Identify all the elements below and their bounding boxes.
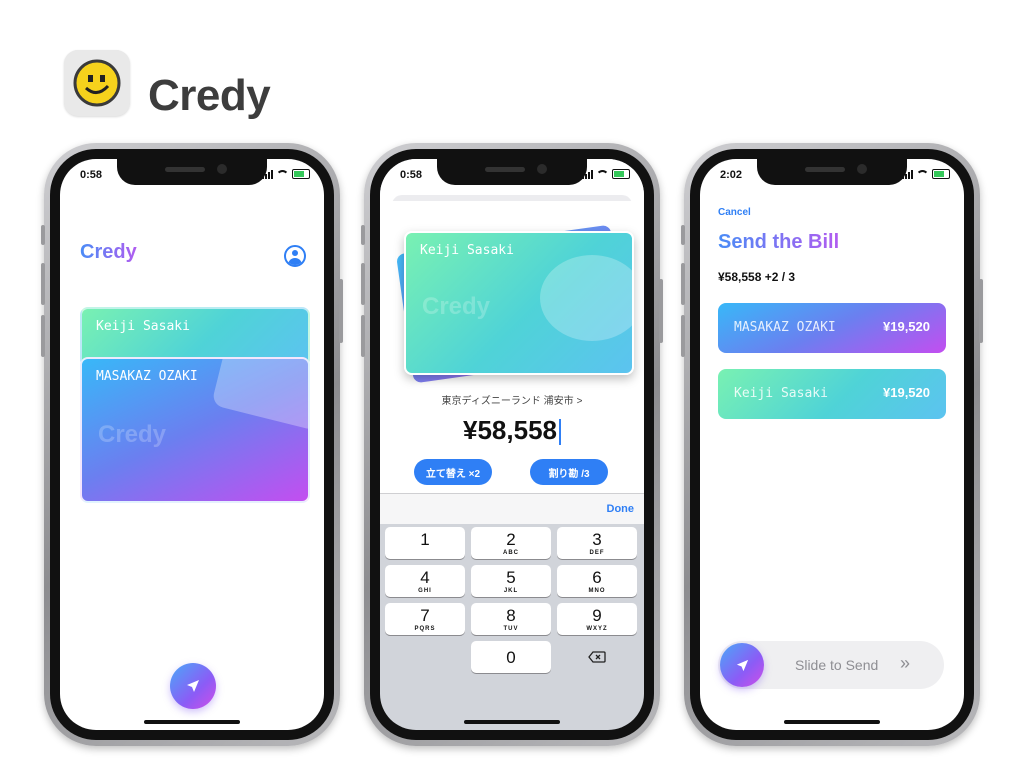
bill-row-keiji[interactable]: Keiji Sasaki ¥19,520 (718, 369, 946, 419)
card-holder-name: Keiji Sasaki (96, 319, 190, 334)
status-icons (582, 169, 630, 179)
card-holder-name: MASAKAZ OZAKI (96, 369, 198, 384)
card-watermark: Credy (98, 421, 167, 448)
status-icons (262, 169, 310, 179)
key-6[interactable]: 6 MNO (557, 565, 637, 597)
wifi-icon (276, 169, 289, 179)
key-0[interactable]: 0 (471, 641, 551, 673)
card-holder-name: Keiji Sasaki (420, 243, 514, 258)
phone-frame-home: 0:58 Credy Keiji Sasaki MASAKAZ OZAKI Cr… (41, 143, 343, 746)
double-chevron-icon: » (900, 653, 911, 673)
done-button[interactable]: Done (607, 503, 635, 515)
screen-home: 0:58 Credy Keiji Sasaki MASAKAZ OZAKI Cr… (60, 159, 324, 730)
slide-to-send-track[interactable]: Slide to Send » (718, 641, 944, 689)
key-3[interactable]: 3 DEF (557, 527, 637, 559)
key-8[interactable]: 8 TUV (471, 603, 551, 635)
key-4[interactable]: 4 GHI (385, 565, 465, 597)
key-7[interactable]: 7 PQRS (385, 603, 465, 635)
screen-amount: 0:58 Keiji Sasaki Credy 東京ディズニーランド 浦安市 > … (380, 159, 644, 730)
bill-row-amount: ¥19,520 (883, 385, 930, 400)
wifi-icon (916, 169, 929, 179)
brand-title: Credy (148, 71, 271, 120)
slide-label: Slide to Send (795, 657, 879, 673)
backspace-key[interactable] (557, 641, 637, 673)
home-title: Credy (80, 241, 137, 263)
paper-plane-icon (736, 659, 748, 671)
battery-icon (292, 169, 310, 179)
bill-row-masakaz[interactable]: MASAKAZ OZAKI ¥19,520 (718, 303, 946, 353)
send-bill-title: Send the Bill (718, 231, 840, 253)
card-watermark: Credy (422, 293, 491, 320)
app-icon (64, 50, 130, 116)
bill-row-name: MASAKAZ OZAKI (734, 320, 836, 335)
slide-handle[interactable] (720, 643, 764, 687)
chevron-right-icon: > (576, 396, 583, 407)
bill-row-name: Keiji Sasaki (734, 386, 828, 401)
cancel-button[interactable]: Cancel (718, 207, 751, 218)
profile-icon[interactable] (284, 245, 306, 267)
signal-icon (902, 169, 913, 179)
signal-icon (582, 169, 593, 179)
status-time: 0:58 (400, 169, 423, 181)
status-icons (902, 169, 950, 179)
smiley-icon (64, 50, 130, 116)
wifi-icon (596, 169, 609, 179)
paper-plane-icon (187, 680, 199, 692)
status-time: 2:02 (720, 169, 743, 181)
amount-display[interactable]: ¥58,558 (380, 415, 644, 446)
split-button[interactable]: 割り勘 /3 (530, 459, 608, 485)
bill-row-amount: ¥19,520 (883, 319, 930, 334)
bill-summary: ¥58,558 +2 / 3 (718, 270, 796, 284)
advance-button[interactable]: 立て替え ×2 (414, 459, 492, 485)
location-text: 東京ディズニーランド 浦安市 (441, 396, 574, 407)
card-masakaz[interactable]: MASAKAZ OZAKI Credy (80, 357, 310, 503)
key-2[interactable]: 2 ABC (471, 527, 551, 559)
key-9[interactable]: 9 WXYZ (557, 603, 637, 635)
location-link[interactable]: 東京ディズニーランド 浦安市 > (380, 392, 644, 407)
home-indicator (144, 720, 240, 724)
phone-frame-amount: 0:58 Keiji Sasaki Credy 東京ディズニーランド 浦安市 > … (361, 143, 663, 746)
phone-frame-send: 2:02 Cancel Send the Bill ¥58,558 +2 / 3… (681, 143, 983, 746)
text-cursor (558, 419, 561, 446)
home-indicator (464, 720, 560, 724)
key-5[interactable]: 5 JKL (471, 565, 551, 597)
key-1[interactable]: 1 (385, 527, 465, 559)
amount-value: ¥58,558 (463, 415, 557, 445)
keyboard-toolbar: Done (380, 493, 644, 524)
card-keiji-selected[interactable]: Keiji Sasaki Credy (404, 231, 634, 375)
signal-icon (262, 169, 273, 179)
screen-send: 2:02 Cancel Send the Bill ¥58,558 +2 / 3… (700, 159, 964, 730)
status-time: 0:58 (80, 169, 103, 181)
battery-icon (932, 169, 950, 179)
send-button[interactable] (170, 663, 216, 709)
battery-icon (612, 169, 630, 179)
backspace-icon (588, 651, 606, 663)
home-indicator (784, 720, 880, 724)
